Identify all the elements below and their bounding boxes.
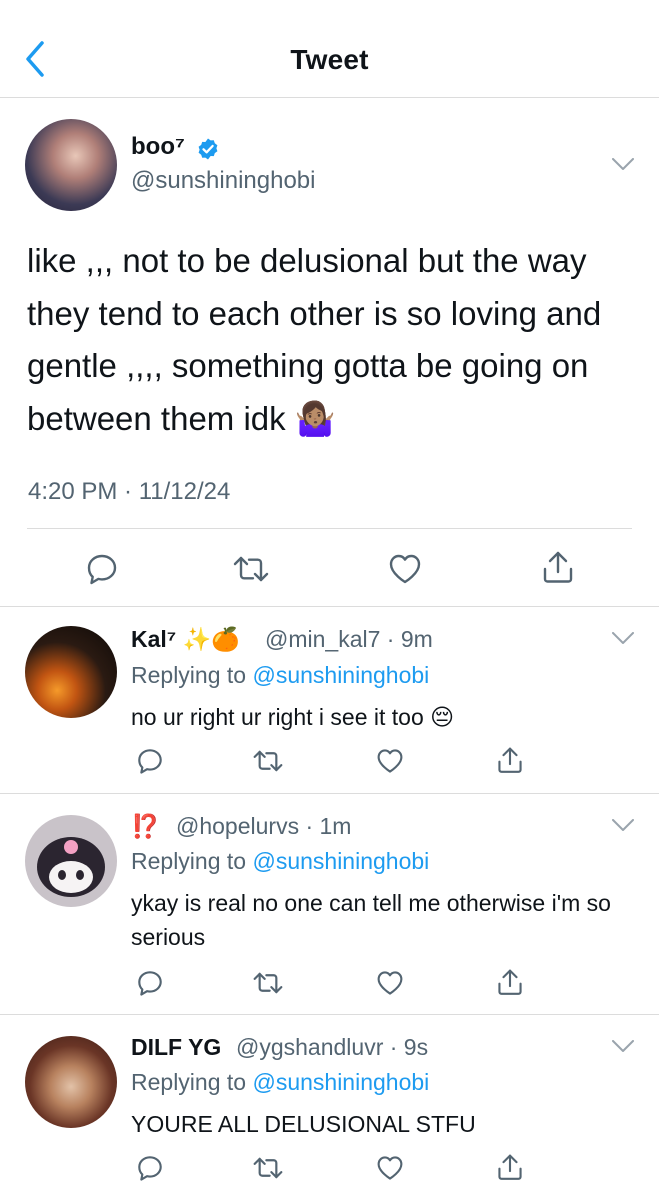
retweet-icon: [233, 556, 269, 582]
avatar[interactable]: [25, 119, 117, 211]
divider: [0, 1014, 659, 1015]
reply-icon: [87, 554, 117, 585]
reply-button[interactable]: [133, 1151, 167, 1185]
reply-button[interactable]: [82, 549, 122, 589]
like-button[interactable]: [385, 549, 425, 589]
retweet-icon: [253, 750, 283, 772]
replying-to-handle[interactable]: @sunshininghobi: [252, 1069, 429, 1095]
reply-button[interactable]: [133, 966, 167, 1000]
replying-to-line: Replying to @sunshininghobi: [131, 848, 429, 875]
replying-to-line: Replying to @sunshininghobi: [131, 1069, 429, 1096]
reply-button[interactable]: [133, 744, 167, 778]
share-icon: [498, 747, 522, 773]
divider: [0, 606, 659, 607]
tweet-text: like ,,, not to be delusional but the wa…: [27, 242, 602, 437]
avatar[interactable]: [25, 815, 117, 907]
share-button[interactable]: [538, 547, 578, 587]
replying-to-handle[interactable]: @sunshininghobi: [252, 848, 429, 874]
reply-icon: [138, 971, 162, 996]
like-button[interactable]: [373, 744, 407, 778]
avatar[interactable]: [25, 1036, 117, 1128]
author-handle[interactable]: @min_kal7 · 9m: [265, 626, 433, 653]
divider: [27, 528, 632, 529]
more-options-button[interactable]: [609, 816, 637, 834]
chevron-down-icon: [612, 632, 634, 644]
retweet-button[interactable]: [231, 549, 271, 589]
replying-to-label: Replying to: [131, 848, 247, 874]
like-button[interactable]: [373, 966, 407, 1000]
share-icon: [498, 1154, 522, 1180]
share-button[interactable]: [493, 743, 527, 777]
replying-to-handle[interactable]: @sunshininghobi: [252, 662, 429, 688]
heart-icon: [389, 554, 421, 584]
heart-icon: [377, 971, 403, 995]
author-name[interactable]: Kal⁷ ✨🍊: [131, 626, 240, 653]
author-name[interactable]: boo⁷: [131, 133, 185, 161]
more-options-button[interactable]: [609, 629, 637, 647]
replying-to-line: Replying to @sunshininghobi: [131, 662, 429, 689]
share-icon: [498, 969, 522, 995]
page-title: Tweet: [290, 44, 369, 75]
more-options-button[interactable]: [609, 155, 637, 173]
top-bar: Tweet: [0, 0, 659, 98]
retweet-icon: [253, 972, 283, 994]
author-handle[interactable]: @hopelurvs · 1m: [176, 813, 351, 840]
reply-icon: [138, 749, 162, 774]
replying-to-label: Replying to: [131, 662, 247, 688]
chevron-down-icon: [612, 158, 634, 170]
kuromi-avatar-icon: [37, 837, 105, 897]
retweet-button[interactable]: [251, 744, 285, 778]
share-button[interactable]: [493, 1150, 527, 1184]
share-icon: [543, 551, 573, 583]
reply-text: no ur right ur right i see it too 😔: [131, 704, 455, 730]
like-button[interactable]: [373, 1151, 407, 1185]
retweet-button[interactable]: [251, 966, 285, 1000]
retweet-button[interactable]: [251, 1151, 285, 1185]
avatar[interactable]: [25, 626, 117, 718]
author-name[interactable]: ⁉️: [131, 813, 160, 840]
author-name[interactable]: DILF YG: [131, 1034, 221, 1061]
share-button[interactable]: [493, 965, 527, 999]
chevron-down-icon: [612, 1040, 634, 1052]
retweet-icon: [253, 1157, 283, 1179]
tweet-timestamp[interactable]: 4:20 PM · 11/12/24: [28, 478, 230, 506]
author-handle[interactable]: @ygshandluvr · 9s: [236, 1034, 428, 1061]
heart-icon: [377, 1156, 403, 1180]
verified-badge-icon: [198, 138, 218, 160]
divider: [0, 793, 659, 794]
chevron-down-icon: [612, 819, 634, 831]
reply-text: ykay is real no one can tell me otherwis…: [131, 890, 611, 950]
reply-icon: [138, 1156, 162, 1181]
reply-text: YOURE ALL DELUSIONAL STFU: [131, 1111, 476, 1137]
replying-to-label: Replying to: [131, 1069, 247, 1095]
more-options-button[interactable]: [609, 1037, 637, 1055]
heart-icon: [377, 749, 403, 773]
author-handle[interactable]: @sunshininghobi: [131, 167, 316, 195]
